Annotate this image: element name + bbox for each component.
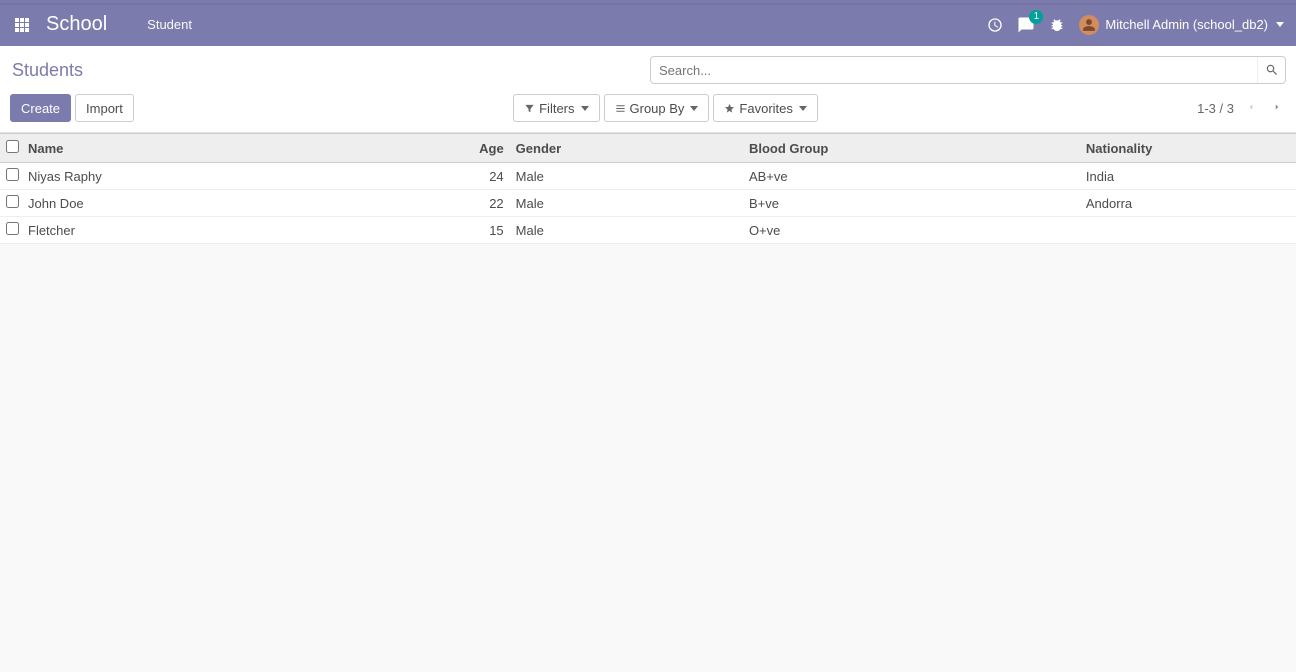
cell-age: 22: [452, 190, 512, 217]
breadcrumb: Students: [10, 60, 648, 81]
row-checkbox[interactable]: [6, 195, 19, 208]
avatar: [1079, 15, 1099, 35]
table-row[interactable]: John Doe 22 Male B+ve Andorra: [0, 190, 1296, 217]
col-header-name[interactable]: Name: [24, 134, 452, 163]
cell-blood: AB+ve: [745, 163, 1082, 190]
cell-age: 24: [452, 163, 512, 190]
user-menu[interactable]: Mitchell Admin (school_db2): [1079, 15, 1284, 35]
import-button[interactable]: Import: [75, 94, 134, 122]
table-row[interactable]: Fletcher 15 Male O+ve: [0, 217, 1296, 244]
user-label: Mitchell Admin (school_db2): [1105, 17, 1268, 32]
select-all-header[interactable]: [0, 134, 24, 163]
favorites-label: Favorites: [739, 101, 792, 116]
action-buttons: Create Import: [10, 94, 134, 122]
search-input[interactable]: [651, 63, 1257, 78]
app-brand[interactable]: School: [46, 13, 107, 36]
cell-name: Niyas Raphy: [24, 163, 452, 190]
table-row[interactable]: Niyas Raphy 24 Male AB+ve India: [0, 163, 1296, 190]
search-box[interactable]: [650, 56, 1286, 84]
table-header-row: Name Age Gender Blood Group Nationality: [0, 134, 1296, 163]
apps-menu-button[interactable]: [12, 15, 32, 35]
students-table: Name Age Gender Blood Group Nationality …: [0, 133, 1296, 244]
apps-icon: [15, 18, 29, 32]
cell-nationality: [1082, 217, 1296, 244]
debug-icon[interactable]: [1049, 17, 1065, 33]
chevron-right-icon: [1272, 100, 1282, 114]
search-icon: [1265, 63, 1279, 77]
chevron-down-icon: [690, 106, 698, 111]
row-checkbox[interactable]: [6, 168, 19, 181]
create-button[interactable]: Create: [10, 94, 71, 122]
chevron-down-icon: [1276, 22, 1284, 27]
cell-gender: Male: [512, 190, 745, 217]
groupby-button[interactable]: Group By: [604, 94, 710, 122]
pager-next[interactable]: [1268, 96, 1286, 121]
pager-text[interactable]: 1-3 / 3: [1197, 101, 1234, 116]
pager-prev[interactable]: [1242, 96, 1260, 121]
cell-name: John Doe: [24, 190, 452, 217]
star-icon: [724, 103, 735, 114]
cell-nationality: Andorra: [1082, 190, 1296, 217]
search-tools: Filters Group By Favorites: [513, 94, 818, 122]
col-header-nationality[interactable]: Nationality: [1082, 134, 1296, 163]
pager: 1-3 / 3: [1197, 96, 1286, 121]
menu-student[interactable]: Student: [147, 17, 192, 32]
cell-name: Fletcher: [24, 217, 452, 244]
row-checkbox[interactable]: [6, 222, 19, 235]
cell-gender: Male: [512, 163, 745, 190]
col-header-age[interactable]: Age: [452, 134, 512, 163]
search-expand-button[interactable]: [1257, 57, 1285, 83]
chat-icon[interactable]: 1: [1017, 16, 1035, 34]
cell-blood: B+ve: [745, 190, 1082, 217]
filter-icon: [524, 103, 535, 114]
import-button-label: Import: [86, 101, 123, 116]
groupby-label: Group By: [630, 101, 685, 116]
col-header-blood[interactable]: Blood Group: [745, 134, 1082, 163]
chevron-left-icon: [1246, 100, 1256, 114]
cell-age: 15: [452, 217, 512, 244]
topbar: School Student 1 Mitchell Admin (school_…: [0, 0, 1296, 46]
filters-button[interactable]: Filters: [513, 94, 599, 122]
create-button-label: Create: [21, 101, 60, 116]
topbar-right: 1 Mitchell Admin (school_db2): [987, 15, 1284, 35]
cell-blood: O+ve: [745, 217, 1082, 244]
activity-clock-icon[interactable]: [987, 17, 1003, 33]
chat-badge: 1: [1029, 10, 1043, 24]
cell-nationality: India: [1082, 163, 1296, 190]
control-panel: Students Create Import Filters: [0, 46, 1296, 133]
chevron-down-icon: [799, 106, 807, 111]
col-header-gender[interactable]: Gender: [512, 134, 745, 163]
chevron-down-icon: [581, 106, 589, 111]
cell-gender: Male: [512, 217, 745, 244]
table-body: Niyas Raphy 24 Male AB+ve India John Doe…: [0, 163, 1296, 244]
filters-label: Filters: [539, 101, 574, 116]
select-all-checkbox[interactable]: [6, 140, 19, 153]
list-icon: [615, 103, 626, 114]
favorites-button[interactable]: Favorites: [713, 94, 817, 122]
